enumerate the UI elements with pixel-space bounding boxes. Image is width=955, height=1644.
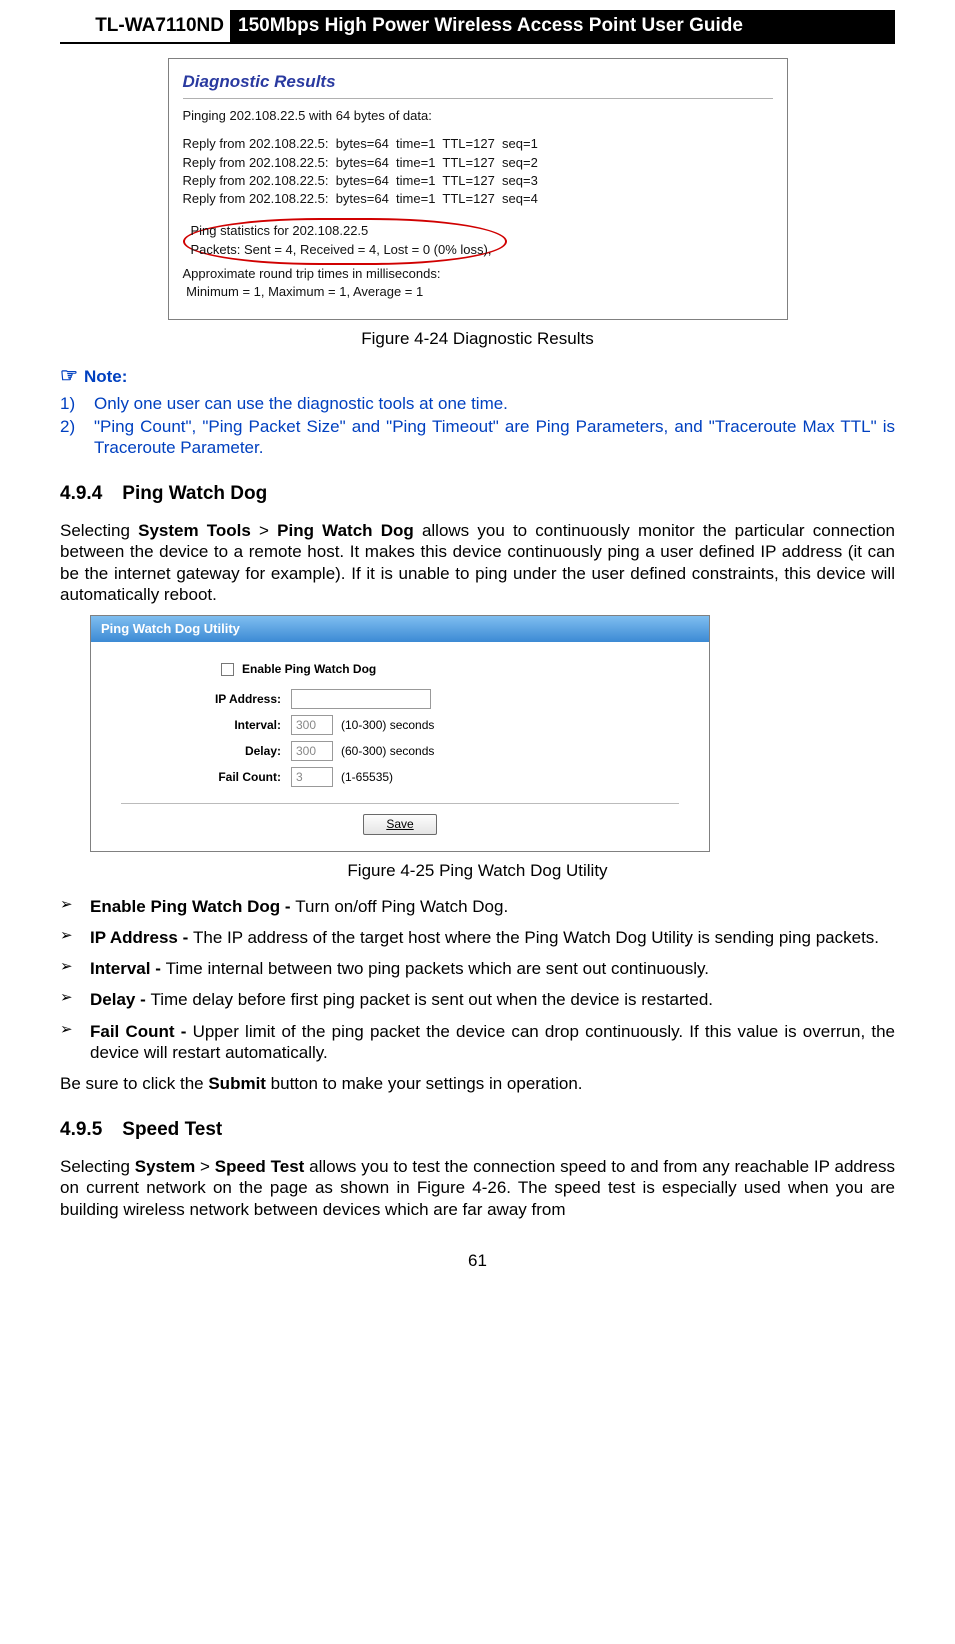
fail-count-label: Fail Count:: [121, 770, 291, 785]
note-item: Only one user can use the diagnostic too…: [94, 393, 895, 414]
diag-stats: Packets: Sent = 4, Received = 4, Lost = …: [191, 241, 492, 259]
fail-count-hint: (1-65535): [341, 770, 393, 785]
arrow-icon: ➢: [60, 989, 90, 1010]
list-item: Delay - Time delay before first ping pac…: [90, 989, 895, 1010]
arrow-icon: ➢: [60, 896, 90, 917]
note-list: 1)Only one user can use the diagnostic t…: [60, 393, 895, 459]
figure-caption-424: Figure 4-24 Diagnostic Results: [60, 328, 895, 349]
diagnostic-results-panel: Diagnostic Results Pinging 202.108.22.5 …: [168, 58, 788, 321]
list-item: Interval - Time internal between two pin…: [90, 958, 895, 979]
list-item: Fail Count - Upper limit of the ping pac…: [90, 1021, 895, 1064]
diag-reply: Reply from 202.108.22.5: bytes=64 time=1…: [183, 135, 773, 153]
diag-round: Minimum = 1, Maximum = 1, Average = 1: [183, 283, 773, 301]
note-header: ☞Note:: [60, 364, 895, 389]
submit-instruction: Be sure to click the Submit button to ma…: [60, 1073, 895, 1094]
arrow-icon: ➢: [60, 958, 90, 979]
page-header: TL-WA7110ND 150Mbps High Power Wireless …: [60, 10, 895, 44]
pwd-titlebar: Ping Watch Dog Utility: [91, 616, 709, 642]
enable-pwd-label: Enable Ping Watch Dog: [242, 662, 376, 677]
section-heading-494: 4.9.4Ping Watch Dog: [60, 482, 895, 506]
interval-hint: (10-300) seconds: [341, 718, 434, 733]
save-button[interactable]: Save: [363, 814, 436, 835]
interval-label: Interval:: [121, 718, 291, 733]
page-number: 61: [60, 1250, 895, 1271]
list-item: IP Address - The IP address of the targe…: [90, 927, 895, 948]
arrow-icon: ➢: [60, 1021, 90, 1064]
feature-list: ➢Enable Ping Watch Dog - Turn on/off Pin…: [60, 896, 895, 1064]
diag-reply: Reply from 202.108.22.5: bytes=64 time=1…: [183, 190, 773, 208]
diag-round: Approximate round trip times in millisec…: [183, 265, 773, 283]
pointing-hand-icon: ☞: [60, 365, 78, 387]
model-number: TL-WA7110ND: [60, 10, 230, 44]
diagnostic-title: Diagnostic Results: [183, 71, 773, 92]
arrow-icon: ➢: [60, 927, 90, 948]
list-item: Enable Ping Watch Dog - Turn on/off Ping…: [90, 896, 895, 917]
fail-count-input[interactable]: 3: [291, 767, 333, 787]
delay-hint: (60-300) seconds: [341, 744, 434, 759]
diag-reply: Reply from 202.108.22.5: bytes=64 time=1…: [183, 154, 773, 172]
highlight-oval: Ping statistics for 202.108.22.5 Packets…: [183, 218, 508, 265]
diag-ping-header: Pinging 202.108.22.5 with 64 bytes of da…: [183, 107, 773, 125]
note-item: "Ping Count", "Ping Packet Size" and "Pi…: [94, 416, 895, 459]
section-heading-495: 4.9.5Speed Test: [60, 1118, 895, 1142]
ip-address-input[interactable]: [291, 689, 431, 709]
figure-caption-425: Figure 4-25 Ping Watch Dog Utility: [60, 860, 895, 881]
diag-reply: Reply from 202.108.22.5: bytes=64 time=1…: [183, 172, 773, 190]
enable-pwd-checkbox[interactable]: [221, 663, 234, 676]
ping-watch-dog-panel: Ping Watch Dog Utility Enable Ping Watch…: [90, 615, 710, 852]
delay-label: Delay:: [121, 744, 291, 759]
interval-input[interactable]: 300: [291, 715, 333, 735]
ip-address-label: IP Address:: [121, 692, 291, 707]
section-494-paragraph: Selecting System Tools > Ping Watch Dog …: [60, 520, 895, 605]
delay-input[interactable]: 300: [291, 741, 333, 761]
section-495-paragraph: Selecting System > Speed Test allows you…: [60, 1156, 895, 1220]
guide-title: 150Mbps High Power Wireless Access Point…: [230, 10, 895, 44]
diag-stats: Ping statistics for 202.108.22.5: [191, 222, 492, 240]
